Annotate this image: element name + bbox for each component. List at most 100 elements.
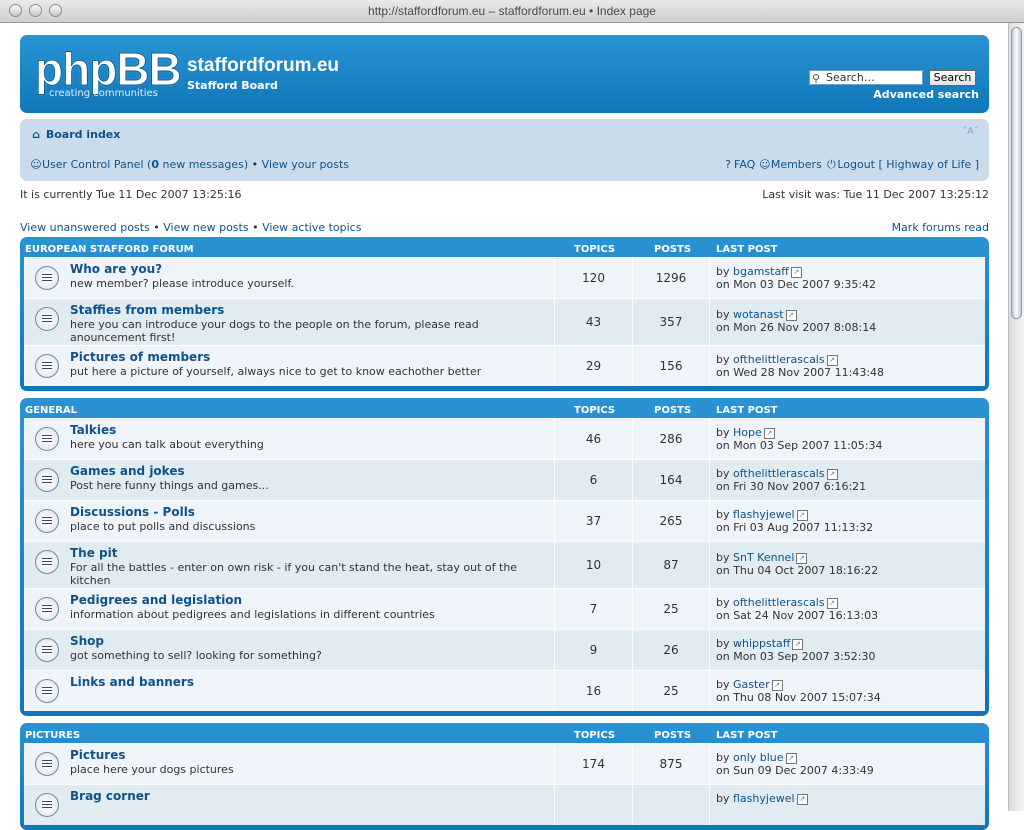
last-post-info: by only blue ↗ on Sun 09 Dec 2007 4:33:49 <box>716 751 874 777</box>
by-prefix: by <box>716 265 733 278</box>
last-post-author-link[interactable]: only blue <box>733 751 784 764</box>
forum-title-link[interactable]: Pictures <box>70 748 126 762</box>
new-messages-link[interactable]: new messages <box>162 158 243 171</box>
last-post-author-link[interactable]: bgamstaff <box>733 265 789 278</box>
category-name[interactable]: PICTURES <box>25 730 80 741</box>
category-header: EUROPEAN STAFFORD FORUM TOPICS POSTS LAST P… <box>24 237 985 257</box>
forum-title-link[interactable]: Games and jokes <box>70 464 185 478</box>
last-post-author-link[interactable]: ofthelittlerascals <box>733 467 825 480</box>
forum-title-link[interactable]: Talkies <box>70 423 116 437</box>
last-post-column-header: LAST POST <box>716 730 778 741</box>
forum-title-link[interactable]: Pictures of members <box>70 350 210 364</box>
last-post-author-link[interactable]: wotanast <box>733 308 784 321</box>
last-post-info: by ofthelittlerascals ↗ on Wed 28 Nov 2007… <box>716 353 884 379</box>
forum-description: got something to sell? looking for somet… <box>70 649 322 662</box>
last-post-info: by ofthelittlerascals ↗ on Fri 30 Nov 2007… <box>716 467 866 493</box>
unanswered-posts-link[interactable]: View unanswered posts <box>20 221 150 234</box>
category-name[interactable]: GENERAL <box>25 405 77 416</box>
members-link[interactable]: Members <box>771 158 822 171</box>
last-post-date: on Fri 30 Nov 2007 6:16:21 <box>716 480 867 493</box>
last-post-author-link[interactable]: flashyjewel <box>733 792 795 805</box>
last-post-author-link[interactable]: Gaster <box>733 678 770 691</box>
mark-forums-read-link[interactable]: Mark forums read <box>892 221 989 234</box>
forum-row: Talkies here you can talk about everythin… <box>24 418 985 459</box>
new-messages-count: 0 <box>151 158 159 171</box>
forum-read-icon <box>35 307 59 331</box>
forum-row: Who are you? new member? please introduce… <box>24 257 985 298</box>
view-latest-post-icon[interactable]: ↗ <box>796 793 808 805</box>
view-latest-post-icon[interactable]: ↗ <box>790 266 802 278</box>
font-size-label: A <box>967 126 974 137</box>
search-button[interactable]: Search <box>929 70 976 86</box>
last-post-author-link[interactable]: whippstaff <box>733 637 790 650</box>
board-index-link[interactable]: Board index <box>46 128 121 141</box>
forum-row: Pictures of members put here a picture of… <box>24 345 985 386</box>
view-your-posts-link[interactable]: View your posts <box>262 158 349 171</box>
last-post-author-link[interactable]: flashyjewel <box>733 508 795 521</box>
view-latest-post-icon[interactable]: ↗ <box>785 752 797 764</box>
by-prefix: by <box>716 426 733 439</box>
forum-title-link[interactable]: Discussions - Polls <box>70 505 195 519</box>
forum-category: GENERAL TOPICS POSTS LAST POST Talkies here y… <box>20 398 989 716</box>
phpbb-logo[interactable]: phpBB creating communities <box>35 46 183 103</box>
forum-title-link[interactable]: Links and banners <box>70 675 194 689</box>
last-post-author-link[interactable]: ofthelittlerascals <box>733 353 825 366</box>
category-name[interactable]: EUROPEAN STAFFORD FORUM <box>25 244 194 255</box>
forum-row: Shop got something to sell? looking for s… <box>24 629 985 670</box>
navbar: ⌂ Board index ˅Aˆ ☺User Control Panel (0… <box>20 119 989 181</box>
view-latest-post-icon[interactable]: ↗ <box>792 638 804 650</box>
window-title: http://staffordforum.eu – staffordforum.… <box>368 4 656 18</box>
forum-title-link[interactable]: Who are you? <box>70 262 162 276</box>
new-posts-link[interactable]: View new posts <box>163 221 248 234</box>
vertical-scrollbar[interactable] <box>1008 23 1024 811</box>
view-latest-post-icon[interactable]: ↗ <box>826 354 838 366</box>
last-post-author-link[interactable]: ofthelittlerascals <box>733 596 825 609</box>
topics-column-header: TOPICS <box>574 405 616 416</box>
view-latest-post-icon[interactable]: ↗ <box>826 468 838 480</box>
forum-description: here you can introduce your dogs to the … <box>70 318 479 344</box>
last-post-info: by ofthelittlerascals ↗ on Sat 24 Nov 2007… <box>716 596 878 622</box>
forum-title-link[interactable]: The pit <box>70 546 117 560</box>
last-post-author-link[interactable]: SnT Kennel <box>733 551 794 564</box>
forum-title-link[interactable]: Pedigrees and legislation <box>70 593 242 607</box>
view-latest-post-icon[interactable]: ↗ <box>796 509 808 521</box>
user-icon: ☺ <box>30 158 42 171</box>
view-latest-post-icon[interactable]: ↗ <box>826 597 838 609</box>
last-post-date: on Mon 03 Sep 2007 3:52:30 <box>716 650 876 663</box>
last-post-author-link[interactable]: Hope <box>733 426 762 439</box>
faq-link[interactable]: FAQ <box>734 158 755 171</box>
forum-description: place here your dogs pictures <box>70 763 234 776</box>
scrollbar-thumb[interactable] <box>1011 27 1022 319</box>
ucp-link[interactable]: User Control Panel <box>42 158 144 171</box>
last-post-date: on Fri 03 Aug 2007 11:13:32 <box>716 521 874 534</box>
forum-read-icon <box>35 638 59 662</box>
font-size-toggle[interactable]: ˅Aˆ <box>962 126 979 137</box>
forum-title-link[interactable]: Shop <box>70 634 104 648</box>
search-icon: ⚲ <box>812 72 821 85</box>
view-latest-post-icon[interactable]: ↗ <box>771 679 783 691</box>
forum-read-icon <box>35 597 59 621</box>
view-latest-post-icon[interactable]: ↗ <box>763 427 775 439</box>
advanced-search-link[interactable]: Advanced search <box>873 88 979 101</box>
forum-title-link[interactable]: Staffies from members <box>70 303 224 317</box>
forum-read-icon <box>35 509 59 533</box>
posts-count: 26 <box>663 643 679 657</box>
forum-read-icon <box>35 550 59 574</box>
search-input[interactable]: ⚲ Search… <box>809 70 923 85</box>
active-topics-link[interactable]: View active topics <box>262 221 361 234</box>
by-prefix: by <box>716 308 733 321</box>
posts-count: 265 <box>659 514 683 528</box>
forum-title-link[interactable]: Brag corner <box>70 789 150 803</box>
forum-description: put here a picture of yourself, always n… <box>70 365 482 378</box>
topics-count: 174 <box>582 757 605 771</box>
last-post-info: by flashyjewel ↗ on Fri 03 Aug 2007 11:13:… <box>716 508 873 534</box>
view-latest-post-icon[interactable]: ↗ <box>785 309 797 321</box>
forum-read-icon <box>35 793 59 817</box>
members-icon: ☺ <box>759 158 771 171</box>
by-prefix: by <box>716 678 733 691</box>
logout-link[interactable]: Logout [ Highway of Life ] <box>837 158 979 171</box>
view-latest-post-icon[interactable]: ↗ <box>796 552 808 564</box>
window-titlebar: http://staffordforum.eu – staffordforum.… <box>0 0 1024 23</box>
by-prefix: by <box>716 751 733 764</box>
topics-count: 10 <box>585 558 602 572</box>
